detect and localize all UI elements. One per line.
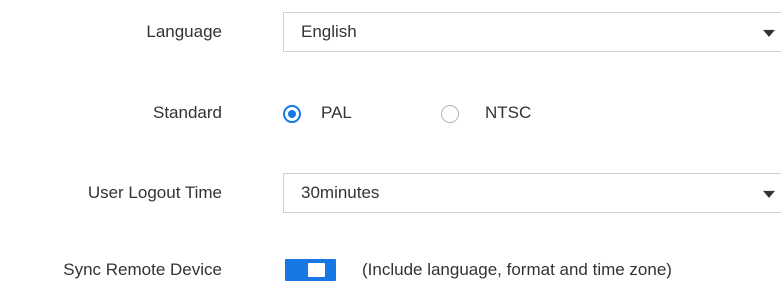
radio-pal-label[interactable]: PAL bbox=[321, 103, 352, 123]
standard-radio-group: PAL NTSC bbox=[283, 93, 683, 133]
caret-down-icon bbox=[763, 190, 775, 198]
sync-remote-device-row: Sync Remote Device (Include language, fo… bbox=[0, 250, 781, 290]
radio-unchecked-icon[interactable] bbox=[441, 105, 459, 123]
sync-remote-device-toggle[interactable] bbox=[285, 259, 336, 281]
sync-remote-device-label: Sync Remote Device bbox=[63, 260, 222, 279]
caret-down-icon bbox=[763, 29, 775, 37]
user-logout-time-label: User Logout Time bbox=[87, 183, 222, 202]
sync-remote-device-hint: (Include language, format and time zone) bbox=[362, 260, 672, 279]
language-row: Language English bbox=[0, 12, 781, 52]
toggle-knob bbox=[308, 263, 325, 277]
language-select[interactable]: English bbox=[283, 12, 781, 52]
user-logout-time-select-value: 30minutes bbox=[301, 183, 380, 202]
language-label: Language bbox=[146, 22, 222, 41]
language-select-value: English bbox=[301, 22, 357, 41]
radio-checked-icon[interactable] bbox=[283, 105, 301, 123]
user-logout-time-select[interactable]: 30minutes bbox=[283, 173, 781, 213]
standard-label: Standard bbox=[153, 103, 222, 122]
general-settings-form: Language English Standard PAL NTSC User … bbox=[0, 0, 781, 291]
radio-ntsc-label[interactable]: NTSC bbox=[485, 103, 531, 123]
user-logout-time-row: User Logout Time 30minutes bbox=[0, 173, 781, 213]
standard-row: Standard PAL NTSC bbox=[0, 93, 781, 133]
